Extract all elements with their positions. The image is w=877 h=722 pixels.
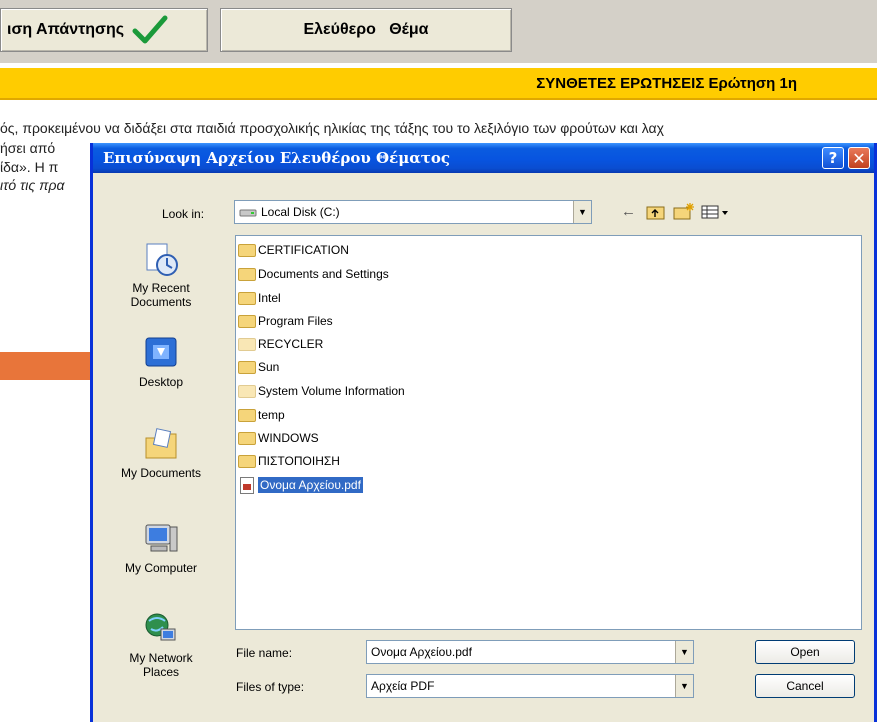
file-name: Documents and Settings: [258, 267, 389, 281]
chevron-down-icon[interactable]: ▼: [573, 201, 591, 223]
question-header-bar: ΣΥΝΘΕΤΕΣ ΕΡΩΤΗΣΕΙΣ Ερώτηση 1η: [0, 68, 877, 100]
pdf-file-icon: [240, 476, 254, 494]
place-label: Desktop: [138, 375, 184, 389]
file-name: CERTIFICATION: [258, 243, 349, 257]
folder-icon: [238, 431, 256, 445]
folder-icon: [238, 384, 256, 398]
place-label: My Computer: [124, 561, 198, 575]
folder-icon: [238, 314, 256, 328]
place-desktop[interactable]: Desktop: [111, 335, 211, 389]
place-label: My Network Places: [129, 651, 193, 679]
desktop-icon: [145, 337, 177, 367]
my-computer-icon: [145, 524, 178, 552]
place-label: My Recent Documents: [130, 281, 192, 309]
filetype-value: Αρχεία PDF: [371, 679, 435, 693]
list-item[interactable]: WINDOWS: [238, 428, 319, 448]
list-item[interactable]: System Volume Information: [238, 381, 405, 401]
filename-input[interactable]: Ονομα Αρχείου.pdf ▼: [366, 640, 694, 664]
place-my-documents[interactable]: My Documents: [111, 426, 211, 480]
cancel-button[interactable]: Cancel: [755, 674, 855, 698]
dialog-titlebar[interactable]: Επισύναψη Αρχείου Ελευθέρου Θέματος ? ✕: [93, 143, 874, 173]
list-item[interactable]: CERTIFICATION: [238, 240, 349, 260]
folder-icon: [238, 408, 256, 422]
file-name: ΠΙΣΤΟΠΟΙΗΣΗ: [258, 454, 340, 468]
file-name: RECYCLER: [258, 337, 324, 351]
place-my-computer[interactable]: My Computer: [111, 521, 211, 575]
question-text-line: ός, προκειμένου να διδάξει στα παιδιά πρ…: [0, 120, 664, 136]
submit-answer-button[interactable]: ιση Απάντησης: [0, 8, 208, 52]
place-my-network-places[interactable]: My Network Places: [111, 611, 211, 679]
help-button[interactable]: ?: [822, 147, 844, 169]
question-text-line: ίδα». Η π: [0, 159, 59, 175]
folder-icon: [238, 243, 256, 257]
list-item[interactable]: RECYCLER: [238, 334, 323, 354]
top-toolbar: ιση Απάντησης Ελεύθερο Θέμα: [0, 0, 877, 63]
list-item[interactable]: Program Files: [238, 311, 333, 331]
filename-value: Ονομα Αρχείου.pdf: [371, 645, 472, 659]
question-title: ΣΥΝΘΕΤΕΣ ΕΡΩΤΗΣΕΙΣ Ερώτηση 1η: [536, 74, 797, 92]
filename-label: File name:: [236, 646, 293, 660]
file-name: Ονομα Αρχείου.pdf: [258, 477, 363, 493]
list-item[interactable]: temp: [238, 405, 285, 425]
lookin-combobox[interactable]: Local Disk (C:) ▼: [234, 200, 592, 224]
submit-answer-label: ιση Απάντησης: [7, 21, 125, 38]
file-name: Sun: [258, 360, 280, 374]
drive-icon: [239, 209, 257, 217]
open-button[interactable]: Open: [755, 640, 855, 664]
file-name: Program Files: [258, 314, 333, 328]
place-label: My Documents: [120, 466, 202, 480]
list-item-selected[interactable]: Ονομα Αρχείου.pdf: [238, 475, 363, 495]
list-item[interactable]: ΠΙΣΤΟΠΟΙΗΣΗ: [238, 451, 340, 471]
dialog-title: Επισύναψη Αρχείου Ελευθέρου Θέματος: [103, 149, 450, 167]
list-item[interactable]: Documents and Settings: [238, 264, 389, 284]
lookin-label: Look in:: [162, 207, 205, 221]
place-my-recent-documents[interactable]: My Recent Documents: [111, 241, 211, 309]
chevron-down-icon[interactable]: ▼: [675, 675, 693, 697]
list-item[interactable]: Intel: [238, 288, 281, 308]
folder-icon: [238, 337, 256, 351]
checkmark-icon: [132, 15, 168, 44]
question-text-line: ήσει από: [0, 140, 56, 156]
my-documents-icon: [145, 428, 177, 459]
folder-icon: [238, 267, 256, 281]
folder-icon: [238, 360, 256, 374]
filetype-label: Files of type:: [236, 680, 305, 694]
file-name: System Volume Information: [258, 384, 405, 398]
folder-icon: [238, 291, 256, 305]
question-text-line: ιτό τις πρα: [0, 177, 65, 193]
lookin-value: Local Disk (C:): [261, 205, 340, 219]
file-open-dialog: Επισύναψη Αρχείου Ελευθέρου Θέματος ? ✕ …: [90, 143, 877, 722]
file-name: Intel: [258, 291, 281, 305]
folder-icon: [238, 454, 256, 468]
free-topic-label: Ελεύθερο Θέμα: [303, 21, 429, 38]
recent-documents-icon: [146, 243, 178, 276]
file-list[interactable]: CERTIFICATION Documents and Settings Int…: [235, 235, 862, 630]
new-folder-icon[interactable]: [673, 202, 695, 220]
chevron-down-icon[interactable]: ▼: [675, 641, 693, 663]
filetype-select[interactable]: Αρχεία PDF ▼: [366, 674, 694, 698]
file-name: WINDOWS: [258, 431, 319, 445]
list-item[interactable]: Sun: [238, 357, 279, 377]
back-arrow-icon[interactable]: ←: [621, 203, 636, 220]
network-places-icon: [145, 613, 176, 641]
file-name: temp: [258, 408, 285, 422]
free-topic-button[interactable]: Ελεύθερο Θέμα: [220, 8, 512, 52]
up-folder-icon[interactable]: [646, 204, 666, 220]
view-menu-icon[interactable]: [701, 205, 729, 219]
close-button[interactable]: ✕: [848, 147, 870, 169]
